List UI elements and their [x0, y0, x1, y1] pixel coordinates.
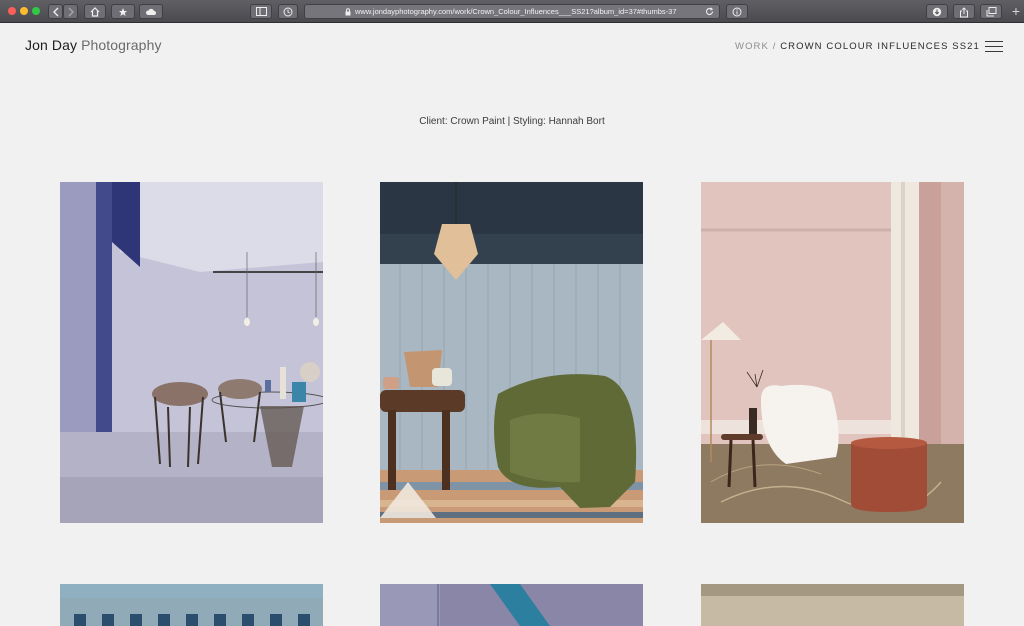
close-window-button[interactable]	[8, 7, 16, 15]
show-tabs-button[interactable]	[980, 4, 1002, 19]
minimize-window-button[interactable]	[20, 7, 28, 15]
download-icon	[932, 7, 942, 17]
gallery-thumb-blue-panelled-room[interactable]	[380, 182, 643, 523]
brand-suffix: Photography	[81, 37, 162, 53]
gallery-thumb-blue-room[interactable]	[60, 584, 323, 626]
forward-button[interactable]	[63, 4, 78, 19]
info-icon	[732, 7, 742, 17]
home-button[interactable]	[84, 4, 106, 19]
gallery-thumb-purple-room[interactable]	[380, 584, 643, 626]
gallery-thumb-pink-room[interactable]	[701, 182, 964, 523]
clock-icon	[283, 7, 293, 17]
breadcrumb-work-link[interactable]: WORK	[735, 41, 769, 52]
brand-name: Jon Day	[25, 37, 78, 53]
reload-icon[interactable]	[705, 7, 714, 16]
tabs-icon	[986, 7, 996, 17]
breadcrumb-current: CROWN COLOUR INFLUENCES SS21	[780, 41, 980, 52]
home-icon	[90, 7, 100, 17]
reader-info-button[interactable]	[726, 4, 748, 19]
chevron-left-icon	[52, 7, 58, 17]
sidebar-button[interactable]	[250, 4, 272, 19]
breadcrumb-separator: /	[772, 41, 777, 52]
gallery-thumb-beige-room[interactable]	[701, 584, 964, 626]
share-icon	[960, 7, 968, 18]
bookmarks-button[interactable]	[111, 4, 135, 19]
browser-toolbar: www.jondayphotography.com/work/Crown_Col…	[0, 0, 1024, 23]
breadcrumb: WORK / CROWN COLOUR INFLUENCES SS21	[735, 41, 980, 52]
share-button[interactable]	[953, 4, 975, 19]
site-logo[interactable]: Jon Day Photography	[25, 37, 162, 53]
history-button[interactable]	[278, 4, 298, 19]
star-icon	[119, 8, 127, 16]
back-button[interactable]	[48, 4, 63, 19]
lock-icon	[345, 8, 351, 16]
cloud-icon	[145, 8, 156, 15]
album-caption: Client: Crown Paint | Styling: Hannah Bo…	[419, 116, 605, 127]
new-tab-button[interactable]: +	[1008, 1, 1024, 23]
zoom-window-button[interactable]	[32, 7, 40, 15]
downloads-button[interactable]	[926, 4, 948, 19]
hamburger-menu-icon[interactable]	[985, 41, 1003, 53]
address-bar[interactable]: www.jondayphotography.com/work/Crown_Col…	[304, 4, 720, 19]
cloud-button[interactable]	[139, 4, 163, 19]
sidebar-icon	[255, 7, 267, 16]
url-text: www.jondayphotography.com/work/Crown_Col…	[355, 7, 677, 16]
browser-window: www.jondayphotography.com/work/Crown_Col…	[0, 0, 1024, 626]
chevron-right-icon	[68, 7, 74, 17]
gallery-thumb-lilac-dining-room[interactable]	[60, 182, 323, 523]
